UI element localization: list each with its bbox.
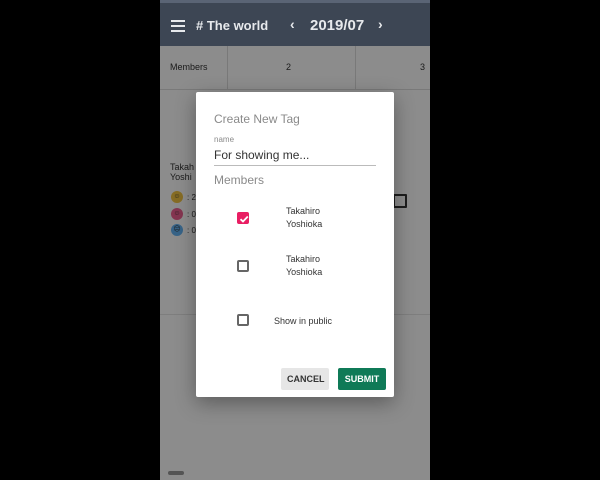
chevron-left-icon[interactable]: ‹ xyxy=(290,16,295,32)
cancel-button[interactable]: CANCEL xyxy=(281,368,329,390)
check-icon xyxy=(239,215,249,223)
member-checkbox-checked[interactable] xyxy=(237,212,249,224)
app-bar: # The world ‹ 2019/07 › xyxy=(160,0,430,46)
show-in-public-label: Show in public xyxy=(274,316,333,326)
group-title: # The world xyxy=(196,18,269,33)
name-input[interactable] xyxy=(214,148,376,166)
member-last-name: Yoshioka xyxy=(286,267,323,277)
dialog-title: Create New Tag xyxy=(214,112,300,126)
member-name: Takahiro Yoshioka xyxy=(286,205,322,231)
show-in-public-checkbox[interactable] xyxy=(237,314,249,326)
member-last-name: Yoshioka xyxy=(286,219,323,229)
submit-button[interactable]: SUBMIT xyxy=(338,368,386,390)
create-tag-dialog: Create New Tag name Members Takahiro Yos… xyxy=(196,92,394,397)
current-month: 2019/07 xyxy=(310,17,365,34)
member-name: Takahiro Yoshioka xyxy=(286,253,322,279)
menu-icon[interactable] xyxy=(171,20,185,32)
member-first-name: Takahiro xyxy=(286,206,321,216)
member-first-name: Takahiro xyxy=(286,254,321,264)
members-heading: Members xyxy=(214,173,265,187)
member-checkbox[interactable] xyxy=(237,260,249,272)
name-field-label: name xyxy=(214,135,235,144)
chevron-right-icon[interactable]: › xyxy=(378,16,383,32)
